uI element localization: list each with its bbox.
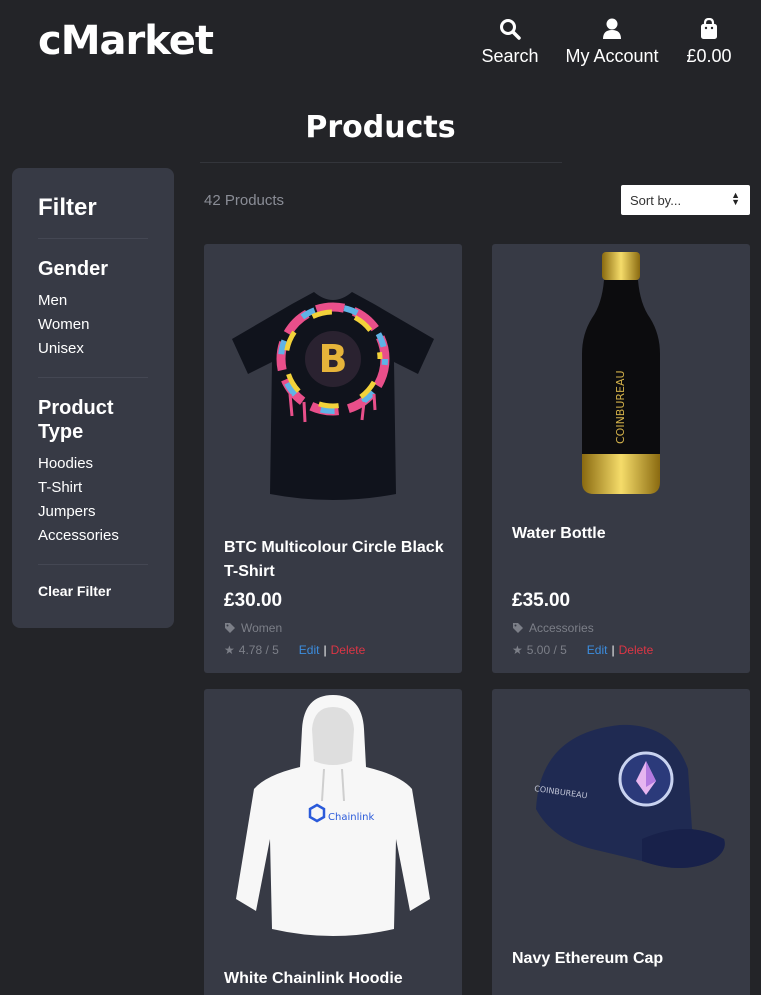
- gender-heading: Gender: [38, 258, 109, 280]
- shopping-bag-icon: [701, 18, 717, 39]
- filter-divider: [38, 564, 148, 565]
- star-icon: ★: [512, 643, 523, 657]
- product-name[interactable]: BTC Multicolour Circle Black T-Shirt: [224, 536, 444, 584]
- svg-text:B: B: [319, 337, 348, 381]
- filter-sidebar: Filter Gender Men Women Unisex Product T…: [12, 168, 174, 628]
- filter-gender-men[interactable]: Men: [38, 289, 148, 313]
- link-separator: |: [323, 643, 327, 657]
- product-count: 42 Products: [204, 192, 285, 209]
- filter-type-hoodies[interactable]: Hoodies: [38, 452, 148, 476]
- product-image-water-bottle[interactable]: COINBUREAU: [492, 244, 750, 514]
- filter-type-accessories[interactable]: Accessories: [38, 524, 148, 548]
- product-image-tshirt[interactable]: B: [204, 244, 462, 514]
- filter-divider: [38, 377, 148, 378]
- clear-filter-link[interactable]: Clear Filter: [38, 583, 148, 599]
- nav-search[interactable]: Search: [480, 18, 540, 67]
- product-rating: ★ 4.78 / 5 Edit | Delete: [224, 643, 365, 657]
- page-title: Products: [305, 110, 456, 145]
- filter-type-jumpers[interactable]: Jumpers: [38, 500, 148, 524]
- product-tag-label: Women: [241, 621, 283, 635]
- nav-account-label: My Account: [565, 46, 659, 66]
- product-rating: ★ 5.00 / 5 Edit | Delete: [512, 643, 653, 657]
- filter-gender-unisex[interactable]: Unisex: [38, 337, 148, 361]
- site-header: cMarket Search My Account £0.00: [0, 0, 761, 90]
- gender-filter-group: Gender Men Women Unisex: [38, 257, 148, 361]
- product-rating-value: 4.78 / 5: [238, 643, 279, 657]
- product-image-hoodie[interactable]: Chainlink: [204, 689, 462, 959]
- product-price: £30.00: [224, 590, 283, 611]
- sort-select-value: Sort by...: [630, 193, 682, 208]
- user-icon: [603, 18, 621, 39]
- title-divider: [200, 162, 562, 163]
- tag-icon: [513, 623, 523, 633]
- product-card[interactable]: COINBUREAU Water Bottle £35.00 Accessori…: [492, 244, 750, 673]
- product-image-cap[interactable]: COINBUREAU: [492, 689, 750, 959]
- edit-product-link[interactable]: Edit: [587, 643, 608, 657]
- hoodie-logo-text: Chainlink: [328, 812, 374, 823]
- product-card[interactable]: B BTC Multicolour Circle Black T-Shirt £…: [204, 244, 462, 673]
- product-tag-label: Accessories: [529, 621, 594, 635]
- product-card[interactable]: Chainlink White Chainlink Hoodie: [204, 689, 462, 995]
- search-icon: [500, 19, 521, 40]
- product-tag: Accessories: [512, 621, 594, 635]
- filter-divider: [38, 238, 148, 239]
- filter-gender-women[interactable]: Women: [38, 313, 148, 337]
- tag-icon: [225, 623, 235, 633]
- product-rating-value: 5.00 / 5: [526, 643, 567, 657]
- product-price: £35.00: [512, 590, 571, 611]
- star-icon: ★: [224, 643, 235, 657]
- filter-title: Filter: [38, 194, 97, 221]
- delete-product-link[interactable]: Delete: [331, 643, 366, 657]
- nav-cart[interactable]: £0.00: [684, 18, 734, 67]
- sort-select[interactable]: Sort by... ▲ ▼: [621, 185, 750, 215]
- product-name[interactable]: White Chainlink Hoodie: [224, 967, 444, 991]
- product-card[interactable]: COINBUREAU Navy Ethereum Cap: [492, 689, 750, 995]
- product-type-heading: Product Type: [38, 397, 114, 443]
- site-logo[interactable]: cMarket: [38, 18, 214, 64]
- sort-arrows-icon: ▲ ▼: [731, 190, 740, 207]
- product-name[interactable]: Navy Ethereum Cap: [512, 947, 732, 971]
- nav-search-label: Search: [481, 46, 539, 66]
- edit-product-link[interactable]: Edit: [299, 643, 320, 657]
- nav-account[interactable]: My Account: [560, 18, 664, 67]
- product-type-filter-group: Product Type Hoodies T-Shirt Jumpers Acc…: [38, 396, 148, 548]
- bottle-logo-text: COINBUREAU: [614, 370, 627, 444]
- product-tag: Women: [224, 621, 282, 635]
- product-name[interactable]: Water Bottle: [512, 522, 732, 546]
- cart-total: £0.00: [686, 46, 732, 66]
- link-separator: |: [611, 643, 615, 657]
- delete-product-link[interactable]: Delete: [619, 643, 654, 657]
- filter-type-tshirt[interactable]: T-Shirt: [38, 476, 148, 500]
